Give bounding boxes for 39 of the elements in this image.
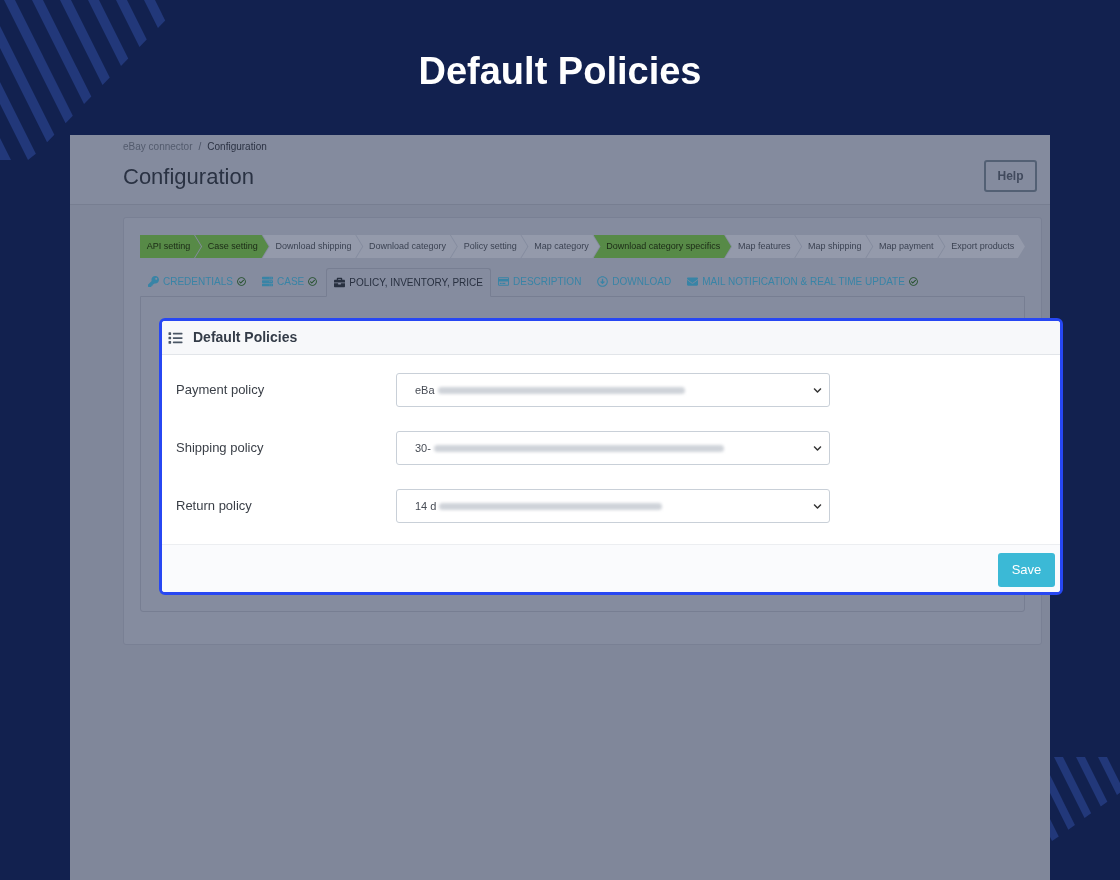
tab[interactable]: POLICY, INVENTORY, PRICE <box>326 268 491 297</box>
envelope-icon <box>687 276 699 287</box>
page-heading: Default Policies <box>418 49 702 93</box>
progress-step: Download category specifics <box>593 235 732 258</box>
list-icon <box>167 330 184 345</box>
progress-step: Case setting <box>195 235 269 258</box>
credit-card-icon <box>498 276 509 287</box>
briefcase-icon <box>334 277 346 288</box>
policy-select[interactable]: 14 d <box>396 489 830 523</box>
chevron-down-icon <box>813 501 822 511</box>
progress-step: Policy setting <box>450 235 528 258</box>
progress-step: Map category <box>521 235 600 258</box>
field-label: Shipping policy <box>176 439 265 458</box>
tab[interactable]: CASE <box>255 267 325 296</box>
progress-step: Map features <box>725 235 802 258</box>
policy-select[interactable]: 30- <box>396 431 830 465</box>
chevron-down-icon <box>813 385 822 395</box>
tab[interactable]: MAIL NOTIFICATION & REAL TIME UPDATE <box>680 267 925 296</box>
breadcrumb-current: Configuration <box>207 139 267 154</box>
download-icon <box>597 276 609 287</box>
page-title: Configuration <box>123 162 254 191</box>
tab[interactable]: DOWNLOAD <box>590 267 679 296</box>
breadcrumb-separator: / <box>198 139 202 154</box>
chevron-down-icon <box>813 443 822 453</box>
help-button[interactable]: Help <box>984 160 1037 192</box>
progress-step: Download shipping <box>262 235 363 258</box>
card-title: Default Policies <box>193 328 298 347</box>
save-button[interactable]: Save <box>998 553 1055 587</box>
progress-step: Export products <box>938 235 1025 258</box>
progress-step: Map payment <box>866 235 945 258</box>
key-icon <box>148 276 159 287</box>
tab[interactable]: CREDENTIALS <box>141 267 253 296</box>
server-icon <box>262 276 273 287</box>
field-label: Return policy <box>176 497 253 516</box>
progress-step: Map shipping <box>795 235 873 258</box>
progress-step: Download category <box>356 235 457 258</box>
field-label: Payment policy <box>176 381 266 400</box>
tab[interactable]: DESCRIPTION <box>491 267 589 296</box>
policy-select[interactable]: eBa <box>396 373 830 407</box>
